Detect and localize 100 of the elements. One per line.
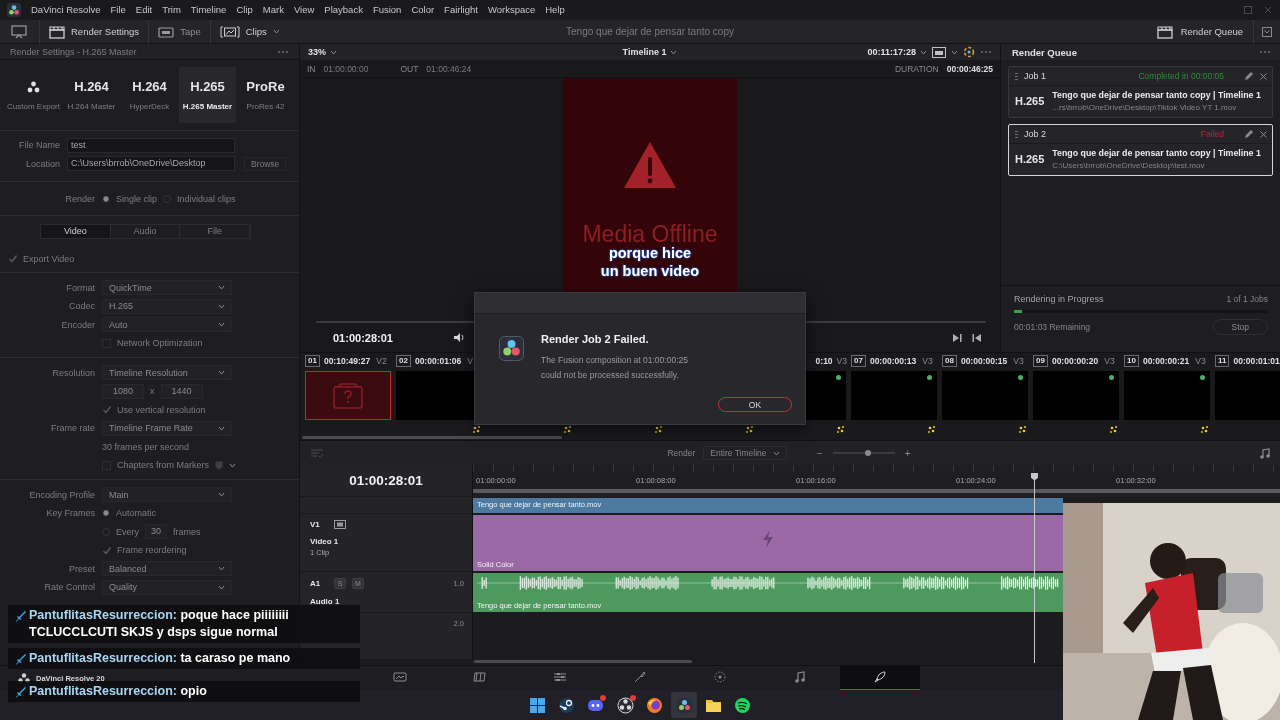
radio-button[interactable] — [103, 510, 109, 517]
dropdown[interactable]: Auto — [102, 317, 232, 333]
dropdown[interactable]: Balanced — [102, 561, 232, 577]
close-icon[interactable] — [1260, 130, 1267, 138]
field-label: Render — [64, 194, 95, 205]
close-icon[interactable] — [1264, 6, 1272, 14]
caret-icon — [218, 322, 225, 328]
menu-item[interactable]: View — [288, 0, 320, 20]
caret-icon — [772, 450, 780, 456]
taskbar-button[interactable] — [670, 692, 698, 718]
tab[interactable]: File — [180, 224, 250, 238]
page-tab[interactable] — [840, 665, 920, 691]
render-dropdown[interactable]: Entire Timeline — [703, 446, 787, 460]
checkbox[interactable] — [102, 405, 111, 415]
skip-back-icon[interactable] — [972, 332, 982, 343]
text-field[interactable]: test — [67, 137, 235, 153]
menu-item[interactable]: File — [105, 0, 131, 20]
monitor-icon[interactable] — [11, 24, 27, 39]
menu-item[interactable]: Edit — [130, 0, 158, 20]
caret-icon — [218, 370, 225, 376]
browse-button[interactable]: Browse — [244, 156, 287, 171]
job-card[interactable]: Job 2 Failed H.265 Tengo que dejar de pensar tanto copy | Timeline 1 C:\Users\brrob\OneDrive\Desktop\test.mov — [1008, 124, 1273, 176]
timecode-dropdown[interactable]: 00:11:17:28 — [867, 47, 927, 57]
menu-item[interactable]: Workspace — [482, 0, 541, 20]
dropdown[interactable]: Timeline Resolution — [102, 365, 232, 381]
volume-icon[interactable] — [452, 332, 465, 343]
preset-button[interactable]: H.264 HyperDeck — [121, 67, 178, 123]
track-label: V3 — [836, 356, 847, 366]
zoom-in-button[interactable]: + — [902, 447, 913, 459]
preset-button[interactable]: H.265 H.265 Master — [179, 67, 236, 123]
clip-timecode: 00:10:49:27 — [323, 356, 371, 366]
clip-timecode: 00:00:00:20 — [1051, 356, 1099, 366]
display-icon[interactable] — [932, 46, 946, 58]
clip-thumbnail[interactable] — [305, 371, 391, 420]
dropdown[interactable]: QuickTime — [102, 280, 232, 296]
format-label: H.265 — [1015, 153, 1045, 165]
number-field[interactable]: 1080 — [102, 383, 144, 399]
caret-icon[interactable] — [229, 462, 237, 468]
more-icon[interactable] — [1259, 50, 1271, 54]
preset-button[interactable]: Custom Export — [5, 67, 62, 123]
timeline-dropdown[interactable]: Timeline 1 — [622, 47, 678, 57]
checkbox[interactable] — [8, 254, 17, 263]
preset-button[interactable]: H.264 H.264 Master — [63, 67, 120, 123]
format-label: H.265 — [1015, 95, 1045, 107]
music-note-icon — [793, 670, 807, 684]
scrollbar[interactable] — [302, 436, 562, 439]
toolbar-button[interactable]: Render Settings — [39, 19, 149, 44]
menu-item[interactable]: Timeline — [185, 0, 232, 20]
checkbox[interactable] — [102, 545, 111, 555]
menu-item[interactable]: Mark — [257, 0, 289, 20]
more-icon[interactable] — [980, 50, 992, 54]
menu-item[interactable]: Playback — [319, 0, 368, 20]
menu-item[interactable]: Help — [540, 0, 570, 20]
app-menu[interactable]: DaVinci Resolve — [26, 0, 106, 20]
more-icon[interactable] — [277, 49, 289, 54]
clip-thumbnail[interactable] — [851, 371, 937, 420]
play-to-end-icon[interactable] — [952, 332, 962, 343]
menu-item[interactable]: Clip — [231, 0, 258, 20]
zoom-dropdown[interactable]: 33% — [308, 47, 337, 57]
media-icon — [393, 670, 407, 684]
restore-icon[interactable] — [1244, 6, 1252, 14]
pencil-icon[interactable] — [1244, 71, 1254, 81]
menu-item[interactable]: Fairlight — [439, 0, 483, 20]
caret-icon[interactable] — [951, 49, 958, 55]
menu-item[interactable]: Fusion — [367, 0, 407, 20]
steam-icon — [558, 696, 575, 714]
collapse-icon[interactable] — [1262, 26, 1272, 37]
clip-thumbnail[interactable] — [1124, 371, 1210, 420]
clip-thumbnail[interactable] — [1033, 371, 1119, 420]
music-note-icon[interactable] — [1260, 447, 1270, 459]
timecode: 01:00:28:01 — [333, 331, 393, 344]
number-field[interactable]: 30 — [145, 524, 167, 540]
dropdown[interactable]: Timeline Frame Rate — [102, 420, 232, 436]
app-logo-icon — [499, 336, 524, 361]
dropdown[interactable]: Quality — [102, 579, 232, 595]
toolbar-button[interactable]: Clips — [209, 19, 289, 44]
color-wheel-icon[interactable] — [963, 46, 975, 58]
text-field[interactable]: C:\Users\brrob\OneDrive\Desktop — [67, 156, 235, 172]
dropdown[interactable]: H.265 — [102, 298, 232, 314]
playhead[interactable] — [1029, 473, 1039, 663]
tab[interactable]: Audio — [110, 224, 181, 238]
track-label: V2 — [376, 356, 387, 366]
job-card[interactable]: Job 1 Completed in 00:00:05 H.265 Tengo que dejar de pensar tanto copy | Timeline 1 ...rs\brrob\OneDrive\Desktop\Tiktok Video YT 1.mov — [1008, 66, 1273, 118]
menu-item[interactable]: Trim — [157, 0, 186, 20]
clip-thumbnail[interactable] — [942, 371, 1028, 420]
number-field[interactable]: 1440 — [160, 383, 203, 399]
duration-label: DURATION — [894, 63, 939, 74]
menu-item[interactable]: Color — [406, 0, 440, 20]
clip-thumbnail[interactable] — [1215, 371, 1280, 420]
preset-button[interactable]: ProRe ProRes 42 — [237, 67, 294, 123]
dropdown[interactable]: Main — [102, 487, 232, 503]
scrollbar[interactable] — [474, 660, 692, 663]
render-queue-button[interactable]: Render Queue — [1146, 19, 1254, 44]
pencil-icon[interactable] — [1244, 129, 1254, 139]
radio-button[interactable] — [103, 196, 109, 203]
tab[interactable]: Video — [41, 224, 111, 238]
marker-icon[interactable] — [215, 460, 224, 470]
zoom-out-button[interactable]: − — [814, 447, 825, 459]
film-icon[interactable] — [334, 520, 346, 529]
close-icon[interactable] — [1260, 72, 1267, 80]
